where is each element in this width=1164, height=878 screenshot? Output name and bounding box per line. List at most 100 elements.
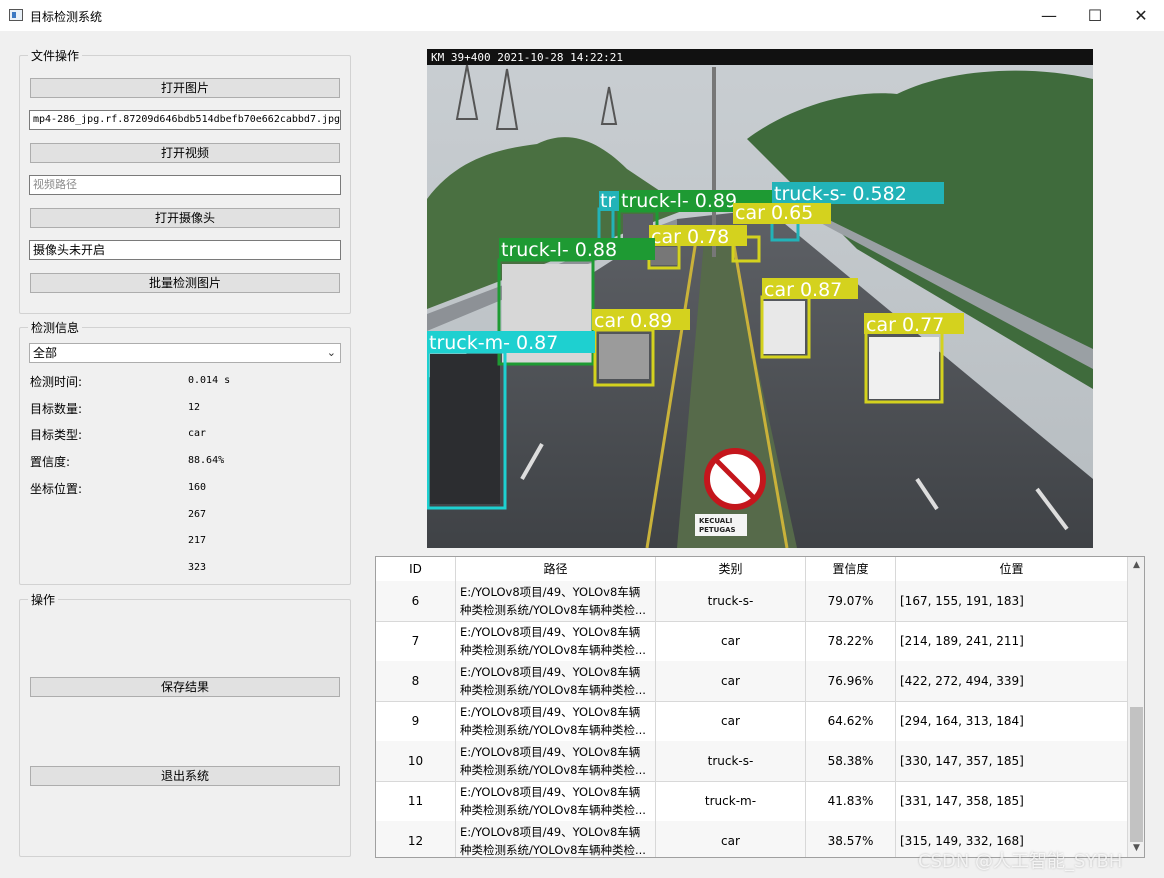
open-image-button[interactable]: 打开图片 [30,78,340,98]
save-result-button[interactable]: 保存结果 [30,677,340,697]
label-truck-l-2: truck-l- 0.88 [501,239,617,261]
table-row[interactable]: 11 E:/YOLOv8项目/49、YOLOv8车辆 种类检测系统/YOLOv8车… [376,781,1128,822]
label-truck-m: truck-m- 0.87 [429,332,558,354]
batch-detect-button[interactable]: 批量检测图片 [30,273,340,293]
target-type-value: car [188,428,207,439]
row-path-text: E:/YOLOv8项目/49、YOLOv8车辆 种类检测系统/YOLOv8车辆种… [460,585,646,617]
row-confidence: 58.38% [806,741,896,781]
exit-system-button[interactable]: 退出系统 [30,766,340,786]
header-path[interactable]: 路径 [456,557,656,581]
table-row[interactable]: 10 E:/YOLOv8项目/49、YOLOv8车辆 种类检测系统/YOLOv8车… [376,741,1128,782]
target-type-label: 目标类型: [30,428,83,442]
row-confidence: 76.96% [806,661,896,701]
detection-image-view: KM 39+400 2021-10-28 14:22:21 KECUALI PE… [427,49,1093,548]
maximize-button[interactable]: ☐ [1072,0,1118,31]
row-path: E:/YOLOv8项目/49、YOLOv8车辆 种类检测系统/YOLOv8车辆种… [456,661,656,701]
target-count-value: 12 [188,402,201,413]
row-id: 10 [376,741,456,781]
position-ymax: 323 [188,562,207,573]
detection-scene: KM 39+400 2021-10-28 14:22:21 KECUALI PE… [427,49,1093,548]
video-path-field[interactable]: 视频路径 [29,175,341,195]
row-path: E:/YOLOv8项目/49、YOLOv8车辆 种类检测系统/YOLOv8车辆种… [456,621,656,661]
open-video-button[interactable]: 打开视频 [30,143,340,163]
row-type: truck-s- [656,741,806,781]
row-position: [422, 272, 494, 339] [896,661,1128,701]
row-id: 8 [376,661,456,701]
label-truck-l-1: truck-l- 0.89 [621,190,737,212]
table-row[interactable]: 6 E:/YOLOv8项目/49、YOLOv8车辆 种类检测系统/YOLOv8车辆… [376,581,1128,622]
row-type: car [656,661,806,701]
results-table[interactable]: ID 路径 类别 置信度 位置 6 E:/YOLOv8项目/49、YOLOv8车辆… [375,556,1145,858]
car-vehicle [763,301,805,354]
row-position: [167, 155, 191, 183] [896,581,1128,621]
close-button[interactable]: ✕ [1118,0,1164,31]
table-row[interactable]: 9 E:/YOLOv8项目/49、YOLOv8车辆 种类检测系统/YOLOv8车辆… [376,701,1128,742]
target-count-label: 目标数量: [30,402,83,416]
header-position[interactable]: 位置 [896,557,1128,581]
confidence-value: 88.64% [188,455,225,466]
header-id[interactable]: ID [376,557,456,581]
row-type: car [656,821,806,857]
label-car-078: car 0.78 [651,226,729,248]
row-position: [330, 147, 357, 185] [896,741,1128,781]
chevron-down-icon: ⌄ [326,346,336,359]
position-label: 坐标位置: [30,482,83,496]
row-position: [331, 147, 358, 185] [896,781,1128,821]
file-ops-title: 文件操作 [28,47,83,64]
truck-vehicle [623,214,653,239]
scroll-thumb[interactable] [1130,707,1143,842]
row-type: truck-s- [656,581,806,621]
row-id: 12 [376,821,456,857]
truck-vehicle [430,354,500,504]
row-confidence: 64.62% [806,701,896,741]
row-position: [294, 164, 313, 184] [896,701,1128,741]
table-scrollbar[interactable]: ▲ ▼ [1128,557,1144,857]
row-path-text: E:/YOLOv8项目/49、YOLOv8车辆 种类检测系统/YOLOv8车辆种… [460,665,646,697]
minimize-button[interactable]: — [1026,0,1072,31]
window-title: 目标检测系统 [30,10,103,24]
row-id: 9 [376,701,456,741]
label-car-077: car 0.77 [866,314,944,336]
sign-text-1: KECUALI [699,517,732,525]
row-path: E:/YOLOv8项目/49、YOLOv8车辆 种类检测系统/YOLOv8车辆种… [456,821,656,857]
row-type: car [656,701,806,741]
title-bar: 目标检测系统 — ☐ ✕ [0,0,1164,31]
row-path: E:/YOLOv8项目/49、YOLOv8车辆 种类检测系统/YOLOv8车辆种… [456,781,656,821]
scroll-up-arrow[interactable]: ▲ [1128,557,1144,574]
car-vehicle [599,334,649,379]
row-confidence: 38.57% [806,821,896,857]
position-xmin: 160 [188,482,207,493]
image-path-field[interactable]: mp4-286_jpg.rf.87209d646bdb514dbefb70e66… [29,110,341,130]
camera-status-field[interactable]: 摄像头未开启 [29,240,341,260]
header-confidence[interactable]: 置信度 [806,557,896,581]
row-confidence: 79.07% [806,581,896,621]
position-ymin: 267 [188,509,207,520]
row-path-text: E:/YOLOv8项目/49、YOLOv8车辆 种类检测系统/YOLOv8车辆种… [460,785,646,817]
header-type[interactable]: 类别 [656,557,806,581]
label-car-065: car 0.65 [735,202,813,224]
table-header: ID 路径 类别 置信度 位置 [376,557,1128,582]
car-vehicle [869,337,939,399]
row-id: 11 [376,781,456,821]
label-car-087: car 0.87 [764,279,842,301]
row-position: [214, 189, 241, 211] [896,621,1128,661]
ops-group: 操作 [19,591,351,857]
target-filter-select[interactable]: 全部 ⌄ [29,343,341,363]
row-path: E:/YOLOv8项目/49、YOLOv8车辆 种类检测系统/YOLOv8车辆种… [456,741,656,781]
row-path-text: E:/YOLOv8项目/49、YOLOv8车辆 种类检测系统/YOLOv8车辆种… [460,705,646,737]
confidence-label: 置信度: [30,455,71,469]
table-row[interactable]: 8 E:/YOLOv8项目/49、YOLOv8车辆 种类检测系统/YOLOv8车辆… [376,661,1128,702]
table-row[interactable]: 7 E:/YOLOv8项目/49、YOLOv8车辆 种类检测系统/YOLOv8车辆… [376,621,1128,662]
row-confidence: 78.22% [806,621,896,661]
position-xmax: 217 [188,535,207,546]
sign-text-2: PETUGAS [699,526,736,534]
scroll-down-arrow[interactable]: ▼ [1128,840,1144,857]
open-camera-button[interactable]: 打开摄像头 [30,208,340,228]
detect-time-value: 0.014 s [188,375,231,386]
label-truck-s-2: tr [600,190,615,212]
row-path-text: E:/YOLOv8项目/49、YOLOv8车辆 种类检测系统/YOLOv8车辆种… [460,625,646,657]
row-type: car [656,621,806,661]
row-path-text: E:/YOLOv8项目/49、YOLOv8车辆 种类检测系统/YOLOv8车辆种… [460,825,646,857]
row-type: truck-m- [656,781,806,821]
row-path: E:/YOLOv8项目/49、YOLOv8车辆 种类检测系统/YOLOv8车辆种… [456,701,656,741]
